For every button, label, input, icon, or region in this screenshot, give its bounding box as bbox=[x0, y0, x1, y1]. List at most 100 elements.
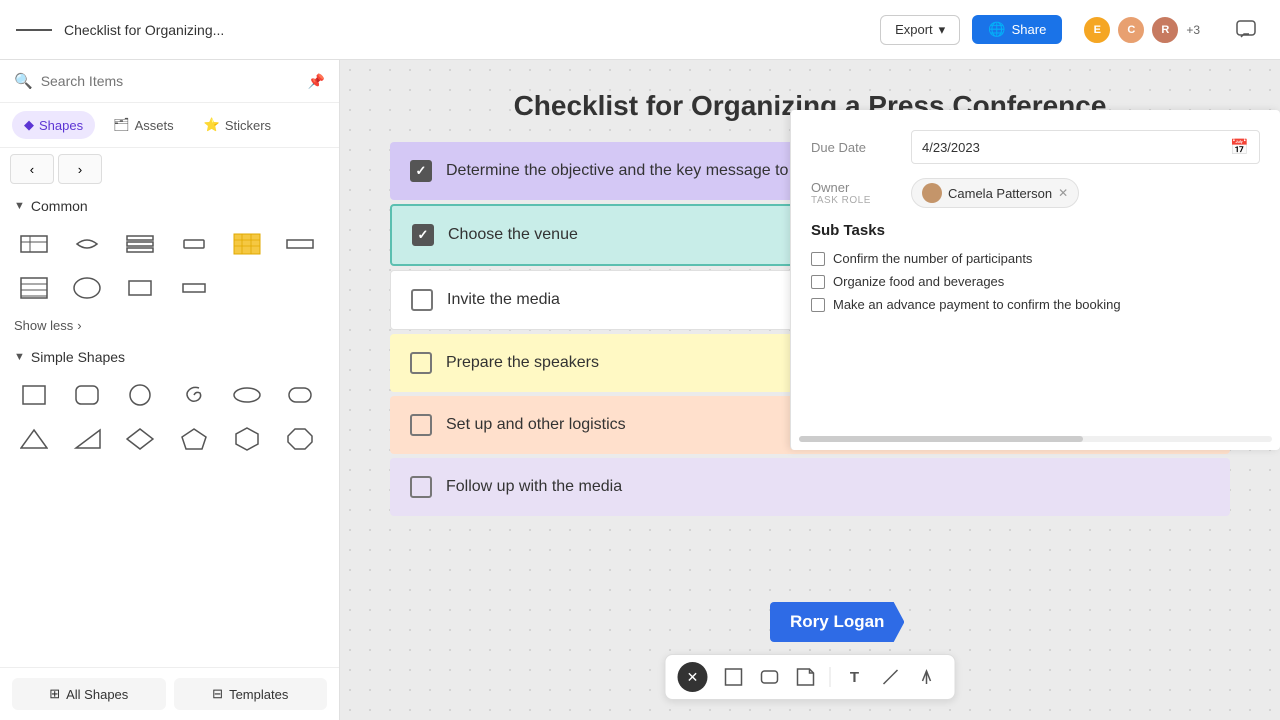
avatar-2: C bbox=[1116, 15, 1146, 45]
globe-icon: 🌐 bbox=[988, 21, 1005, 38]
simple-shapes-title: Simple Shapes bbox=[31, 349, 125, 365]
simple-shapes-section-header[interactable]: ▼ Simple Shapes bbox=[0, 341, 339, 369]
checkbox-3[interactable] bbox=[411, 289, 433, 311]
shape-triangle[interactable] bbox=[12, 419, 56, 459]
scroll-left-btn[interactable]: ‹ bbox=[10, 154, 54, 184]
checkbox-2[interactable] bbox=[412, 224, 434, 246]
shape-ellipse[interactable] bbox=[65, 268, 109, 308]
shapes-tab-icon: ◆ bbox=[24, 117, 34, 133]
search-icon: 🔍 bbox=[14, 72, 33, 90]
panel-scrollbar-bottom[interactable] bbox=[799, 436, 1272, 442]
search-input[interactable] bbox=[41, 73, 300, 89]
export-label: Export bbox=[895, 22, 933, 37]
subtask-item-1[interactable]: Confirm the number of participants bbox=[811, 251, 1260, 266]
shape-right-triangle[interactable] bbox=[65, 419, 109, 459]
folded-tool[interactable] bbox=[790, 661, 822, 693]
calendar-icon[interactable]: 📅 bbox=[1230, 138, 1249, 156]
shape-rect-list[interactable] bbox=[118, 224, 162, 264]
export-button[interactable]: Export ▾ bbox=[880, 15, 960, 45]
document-title: Checklist for Organizing... bbox=[64, 22, 224, 38]
shape-rounded[interactable] bbox=[65, 375, 109, 415]
shape-hexagon[interactable] bbox=[225, 419, 269, 459]
remove-owner-icon[interactable]: ✕ bbox=[1058, 186, 1068, 200]
tab-assets[interactable]: 🗂 Assets bbox=[101, 111, 186, 139]
owner-field: Camela Patterson ✕ bbox=[911, 178, 1260, 208]
shape-small[interactable] bbox=[172, 224, 216, 264]
common-shapes-grid bbox=[0, 218, 339, 314]
subtasks-section: Sub Tasks Confirm the number of particip… bbox=[811, 222, 1260, 312]
shape-sq[interactable] bbox=[12, 375, 56, 415]
shape-octagon[interactable] bbox=[278, 419, 322, 459]
shape-pentagon[interactable] bbox=[172, 419, 216, 459]
shape-diamond[interactable] bbox=[118, 419, 162, 459]
line-tool[interactable] bbox=[875, 661, 907, 693]
common-section-header[interactable]: ▼ Common bbox=[0, 190, 339, 218]
text-tool[interactable]: T bbox=[839, 661, 871, 693]
share-button[interactable]: 🌐 Share bbox=[972, 15, 1062, 44]
shape-process[interactable] bbox=[65, 224, 109, 264]
avatar-1: E bbox=[1082, 15, 1112, 45]
menu-button[interactable] bbox=[16, 12, 52, 48]
checkbox-1[interactable] bbox=[410, 160, 432, 182]
grid-icon: ⊞ bbox=[49, 686, 60, 702]
subtask-item-2[interactable]: Organize food and beverages bbox=[811, 274, 1260, 289]
due-date-value: 4/23/2023 bbox=[922, 140, 980, 155]
shape-wide-rect[interactable] bbox=[278, 224, 322, 264]
stickers-tab-icon: ⭐ bbox=[204, 117, 220, 133]
assets-tab-icon: 🗂 bbox=[113, 117, 130, 133]
subtask-checkbox-3[interactable] bbox=[811, 298, 825, 312]
checkbox-6[interactable] bbox=[410, 476, 432, 498]
left-panel: 🔍 📌 ◆ Shapes 🗂 Assets ⭐ Stickers ‹ › bbox=[0, 60, 340, 720]
templates-button[interactable]: ⊟ Templates bbox=[174, 678, 328, 710]
shape-tabs: ◆ Shapes 🗂 Assets ⭐ Stickers bbox=[0, 103, 339, 148]
shape-oval[interactable] bbox=[225, 375, 269, 415]
tab-stickers[interactable]: ⭐ Stickers bbox=[192, 111, 283, 139]
checkbox-4[interactable] bbox=[410, 352, 432, 374]
checkbox-5[interactable] bbox=[410, 414, 432, 436]
all-shapes-button[interactable]: ⊞ All Shapes bbox=[12, 678, 166, 710]
shape-rect2[interactable] bbox=[172, 268, 216, 308]
templates-label: Templates bbox=[229, 687, 288, 702]
owner-label: Owner bbox=[811, 180, 901, 195]
chevron-down-icon: ▾ bbox=[939, 22, 946, 38]
chevron-up-icon: › bbox=[77, 318, 81, 333]
due-date-input[interactable]: 4/23/2023 📅 bbox=[911, 130, 1260, 164]
shape-circle[interactable] bbox=[118, 375, 162, 415]
shape-rounded2[interactable] bbox=[278, 375, 322, 415]
rory-logan-tag: Rory Logan bbox=[770, 602, 904, 642]
shape-yellow-grid[interactable] bbox=[225, 224, 269, 264]
subtask-checkbox-2[interactable] bbox=[811, 275, 825, 289]
rory-logan-label: Rory Logan bbox=[790, 612, 884, 631]
topbar: Checklist for Organizing... Export ▾ 🌐 S… bbox=[0, 0, 1280, 60]
show-less-row[interactable]: Show less › bbox=[0, 314, 339, 341]
search-bar: 🔍 📌 bbox=[0, 60, 339, 103]
owner-chip[interactable]: Camela Patterson ✕ bbox=[911, 178, 1079, 208]
owner-avatar bbox=[922, 183, 942, 203]
due-date-label: Due Date bbox=[811, 140, 901, 155]
pin-icon[interactable]: 📌 bbox=[308, 73, 325, 90]
shape-table[interactable] bbox=[12, 224, 56, 264]
side-panel: Due Date 4/23/2023 📅 Owner TASK ROLE Cam… bbox=[790, 110, 1280, 450]
assets-tab-label: Assets bbox=[135, 118, 174, 133]
shape-lines[interactable] bbox=[12, 268, 56, 308]
stickers-tab-label: Stickers bbox=[225, 118, 271, 133]
comment-button[interactable] bbox=[1228, 12, 1264, 48]
checklist-item-5-text: Set up and other logistics bbox=[446, 416, 626, 434]
arrow-tool[interactable] bbox=[911, 661, 943, 693]
scroll-right-btn[interactable]: › bbox=[58, 154, 102, 184]
due-date-row: Due Date 4/23/2023 📅 bbox=[811, 130, 1260, 164]
rectangle-tool[interactable] bbox=[718, 661, 750, 693]
shapes-tab-label: Shapes bbox=[39, 118, 83, 133]
close-button[interactable]: ✕ bbox=[678, 662, 708, 692]
tab-shapes[interactable]: ◆ Shapes bbox=[12, 111, 95, 139]
rounded-rect-tool[interactable] bbox=[754, 661, 786, 693]
subtask-item-3[interactable]: Make an advance payment to confirm the b… bbox=[811, 297, 1260, 312]
subtask-text-1: Confirm the number of participants bbox=[833, 251, 1032, 266]
collaborator-avatars: E C R +3 bbox=[1082, 15, 1200, 45]
checklist-item-6[interactable]: Follow up with the media bbox=[390, 458, 1230, 516]
templates-icon: ⊟ bbox=[212, 686, 223, 702]
shape-rect[interactable] bbox=[118, 268, 162, 308]
canvas-area[interactable]: Checklist for Organizing a Press Confere… bbox=[340, 60, 1280, 720]
subtask-checkbox-1[interactable] bbox=[811, 252, 825, 266]
shape-spiral[interactable] bbox=[172, 375, 216, 415]
